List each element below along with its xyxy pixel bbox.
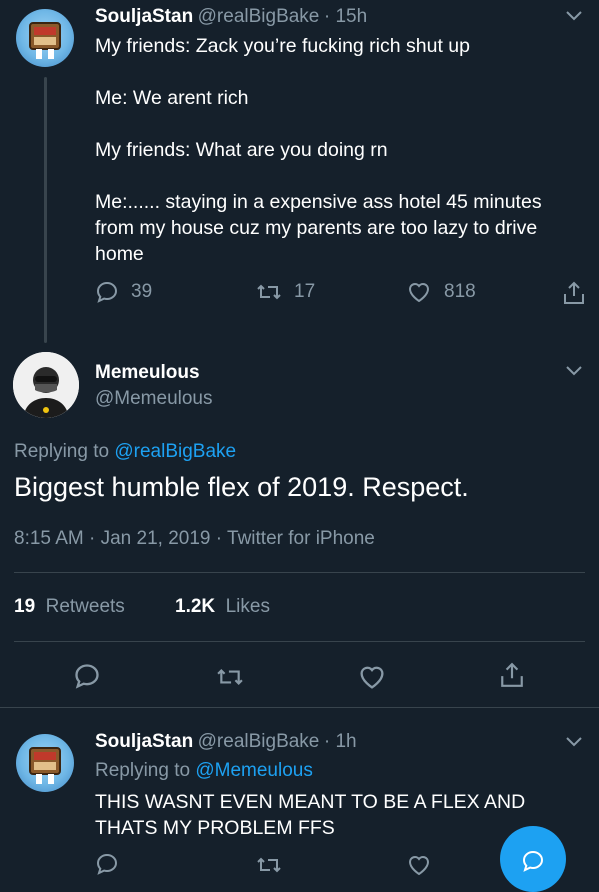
retweets-stat[interactable]: 19 Retweets xyxy=(14,596,125,618)
tweet3-replying-to: Replying to @Memeulous xyxy=(95,760,313,782)
replying-to-handle[interactable]: @realBigBake xyxy=(114,441,236,462)
reply-button[interactable]: 39 xyxy=(95,280,152,304)
avatar-souljastan[interactable] xyxy=(16,734,74,792)
heart-icon xyxy=(357,663,387,691)
likes-label: Likes xyxy=(225,596,270,617)
tweet1-time[interactable]: · 15h xyxy=(324,6,367,27)
replying-to-handle[interactable]: @Memeulous xyxy=(195,760,313,781)
tweet3-header: SouljaStan @realBigBake · 1h xyxy=(95,731,357,753)
retweet-icon xyxy=(215,664,245,690)
focus-replying-to: Replying to @realBigBake xyxy=(14,441,236,463)
reply-count: 39 xyxy=(131,281,153,302)
tweet1-name[interactable]: SouljaStan xyxy=(95,6,193,27)
compose-tweet-button[interactable] xyxy=(500,826,566,892)
retweets-label: Retweets xyxy=(45,596,125,617)
focus-timestamp: 8:15 AM · Jan 21, 2019 · Twitter for iPh… xyxy=(14,528,375,549)
tweet1-header: SouljaStan @realBigBake · 15h xyxy=(95,6,367,28)
likes-count: 1.2K xyxy=(175,596,216,617)
focus-handle[interactable]: @Memeulous xyxy=(95,388,213,410)
share-button[interactable] xyxy=(562,280,586,306)
tweet3-text: THIS WASNT EVEN MEANT TO BE A FLEX AND T… xyxy=(95,791,526,839)
tweet3-time[interactable]: · 1h xyxy=(324,731,357,752)
compose-icon xyxy=(520,848,546,874)
focus-tweet-text: Biggest humble flex of 2019. Respect. xyxy=(14,472,469,502)
tweet1-line-3: My friends: What are you doing rn xyxy=(95,139,388,161)
focus-retweet-button[interactable] xyxy=(215,664,245,690)
divider xyxy=(14,641,585,642)
share-icon xyxy=(499,660,525,690)
thread-line xyxy=(44,77,47,343)
tweet1-line-1: My friends: Zack you’re fucking rich shu… xyxy=(95,35,470,57)
reply-icon xyxy=(73,662,101,690)
tweet1-handle[interactable]: @realBigBake xyxy=(198,6,320,27)
chevron-down-icon[interactable] xyxy=(565,736,583,748)
retweet-count: 17 xyxy=(294,281,316,302)
reply-icon[interactable] xyxy=(95,852,119,876)
like-count: 818 xyxy=(444,281,476,302)
likes-stat[interactable]: 1.2K Likes xyxy=(175,596,270,618)
share-icon xyxy=(562,280,586,306)
avatar-souljastan[interactable] xyxy=(16,9,74,67)
retweet-icon[interactable] xyxy=(256,853,282,877)
chevron-down-icon[interactable] xyxy=(565,365,583,377)
replying-to-label: Replying to xyxy=(95,760,191,781)
divider xyxy=(0,707,599,708)
tweet3-handle[interactable]: @realBigBake xyxy=(198,731,320,752)
tweet3-name[interactable]: SouljaStan xyxy=(95,731,193,752)
tweet1-line-4: Me:...... staying in a expensive ass hot… xyxy=(95,191,542,265)
focus-reply-button[interactable] xyxy=(73,662,101,690)
retweet-button[interactable]: 17 xyxy=(256,280,315,304)
focus-like-button[interactable] xyxy=(357,663,387,691)
retweet-icon xyxy=(256,280,282,304)
replying-to-label: Replying to xyxy=(14,441,110,462)
like-button[interactable]: 818 xyxy=(406,280,476,304)
divider xyxy=(14,572,585,573)
chevron-down-icon[interactable] xyxy=(565,10,583,22)
reply-icon xyxy=(95,280,119,304)
retweets-count: 19 xyxy=(14,596,36,617)
focus-share-button[interactable] xyxy=(499,660,525,690)
heart-icon[interactable] xyxy=(406,853,432,877)
avatar-memeulous[interactable] xyxy=(13,352,79,418)
tweet1-line-2: Me: We arent rich xyxy=(95,87,249,109)
focus-name[interactable]: Memeulous xyxy=(95,362,200,384)
heart-icon xyxy=(406,280,432,304)
